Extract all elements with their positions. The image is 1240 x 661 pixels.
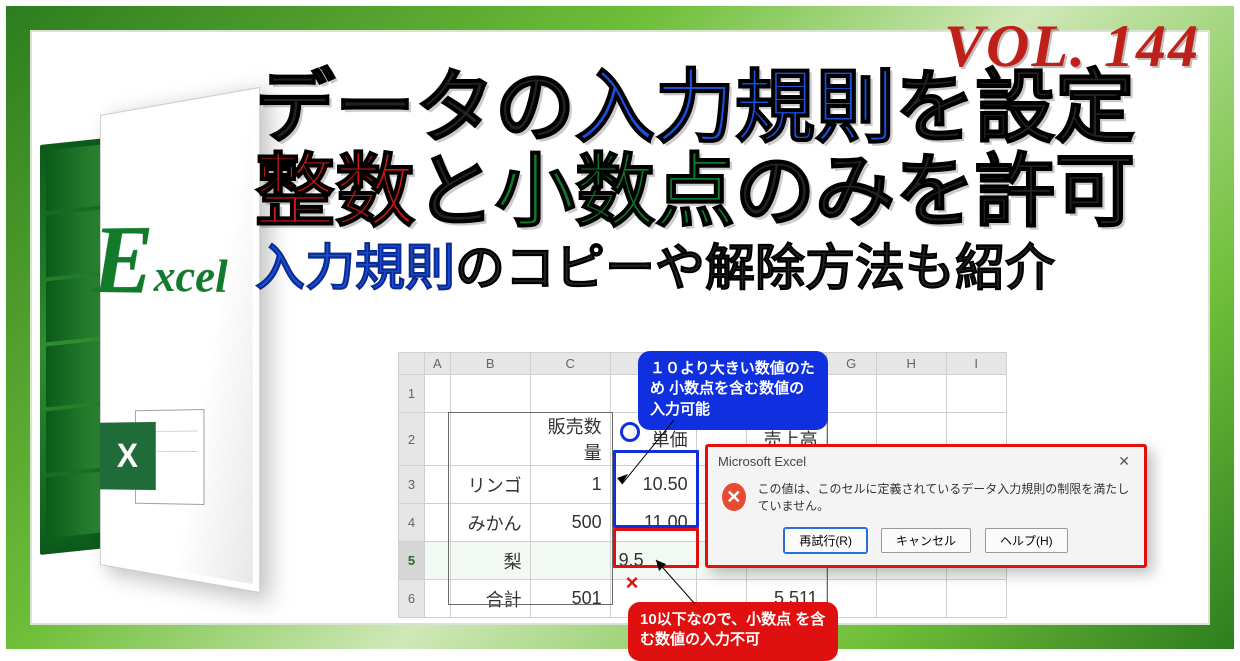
headline-line1-post: を設定: [895, 63, 1135, 152]
excel-logo-big: E: [93, 204, 154, 314]
cell[interactable]: [530, 542, 610, 580]
cell[interactable]: 販売数量: [530, 413, 610, 466]
cell[interactable]: [530, 375, 610, 413]
cell[interactable]: リンゴ: [450, 466, 530, 504]
cell[interactable]: [425, 504, 451, 542]
subline-blue: 入力規則: [255, 240, 455, 296]
headline-line2-post: のみを許可: [735, 147, 1135, 236]
excel-icon-tag: X: [100, 422, 156, 490]
subline-rest: のコピーや解除方法も紹介: [455, 240, 1055, 296]
headline-block: データの入力規則を設定 整数と小数点のみを許可 入力規則のコピーや解除方法も紹介: [255, 66, 1212, 295]
excel-app-icon: X: [100, 401, 205, 513]
headline-line-1: データの入力規則を設定: [255, 66, 1212, 150]
col-A[interactable]: A: [425, 353, 451, 375]
excel-wordmark: Excel: [93, 208, 255, 311]
col-I[interactable]: I: [946, 353, 1006, 375]
headline-line2-mid: と: [415, 147, 495, 236]
cell[interactable]: [425, 413, 451, 466]
col-C[interactable]: C: [530, 353, 610, 375]
cell[interactable]: [450, 413, 530, 466]
col-H[interactable]: H: [876, 353, 946, 375]
headline-line-2: 整数と小数点のみを許可: [255, 150, 1212, 234]
cell[interactable]: [876, 375, 946, 413]
error-dialog-body: ✕ この値は、このセルに定義されているデータ入力規則の制限を満たしていません。: [708, 474, 1144, 524]
headline-subline: 入力規則のコピーや解除方法も紹介: [255, 242, 1212, 295]
cell[interactable]: [425, 580, 451, 618]
cell[interactable]: [425, 375, 451, 413]
door-front-panel: [100, 87, 260, 593]
cancel-button[interactable]: キャンセル: [881, 528, 971, 553]
error-dialog-buttons: 再試行(R) キャンセル ヘルプ(H): [708, 524, 1144, 565]
row-header[interactable]: 2: [399, 413, 425, 466]
cell[interactable]: 11.00: [610, 504, 696, 542]
excel-logo-rest: xcel: [154, 250, 228, 302]
col-B[interactable]: B: [450, 353, 530, 375]
error-dialog: Microsoft Excel ✕ ✕ この値は、このセルに定義されているデータ…: [705, 444, 1147, 568]
callout-red: 10以下なので、小数点 を含む数値の入力不可: [628, 602, 838, 661]
error-icon: ✕: [722, 483, 746, 511]
headline-line2-red: 整数: [255, 147, 415, 236]
cell[interactable]: 500: [530, 504, 610, 542]
cell[interactable]: 合計: [450, 580, 530, 618]
cell[interactable]: [425, 542, 451, 580]
cell[interactable]: [946, 580, 1006, 618]
headline-line1-blue: 入力規則: [575, 63, 895, 152]
cell[interactable]: [425, 466, 451, 504]
cell[interactable]: みかん: [450, 504, 530, 542]
error-dialog-title: Microsoft Excel: [718, 454, 806, 469]
cell[interactable]: 1: [530, 466, 610, 504]
cell[interactable]: 501: [530, 580, 610, 618]
row-header[interactable]: 5: [399, 542, 425, 580]
callout-red-text: 10以下なので、小数点 を含む数値の入力不可: [640, 611, 825, 648]
callout-blue-text: １０より大きい数値のため 小数点を含む数値の 入力可能: [650, 360, 815, 418]
headline-line2-green: 小数点: [495, 147, 735, 236]
cell[interactable]: [876, 580, 946, 618]
cell[interactable]: 10.50: [610, 466, 696, 504]
cell[interactable]: [946, 375, 1006, 413]
x-mark-icon: ×: [622, 574, 642, 594]
circle-mark-icon: [620, 422, 640, 442]
headline-line1-pre: データの: [255, 63, 575, 152]
row-header[interactable]: 6: [399, 580, 425, 618]
error-dialog-titlebar[interactable]: Microsoft Excel ✕: [708, 447, 1144, 474]
cell[interactable]: 梨: [450, 542, 530, 580]
col-G[interactable]: G: [826, 353, 876, 375]
row-header[interactable]: 1: [399, 375, 425, 413]
help-button[interactable]: ヘルプ(H): [985, 528, 1068, 553]
cell[interactable]: [826, 375, 876, 413]
row-header[interactable]: 4: [399, 504, 425, 542]
close-icon[interactable]: ✕: [1114, 453, 1134, 470]
retry-button[interactable]: 再試行(R): [784, 528, 867, 553]
row-header[interactable]: 3: [399, 466, 425, 504]
cell[interactable]: [450, 375, 530, 413]
error-dialog-message: この値は、このセルに定義されているデータ入力規則の制限を満たしていません。: [758, 480, 1130, 514]
callout-blue: １０より大きい数値のため 小数点を含む数値の 入力可能: [638, 351, 828, 430]
